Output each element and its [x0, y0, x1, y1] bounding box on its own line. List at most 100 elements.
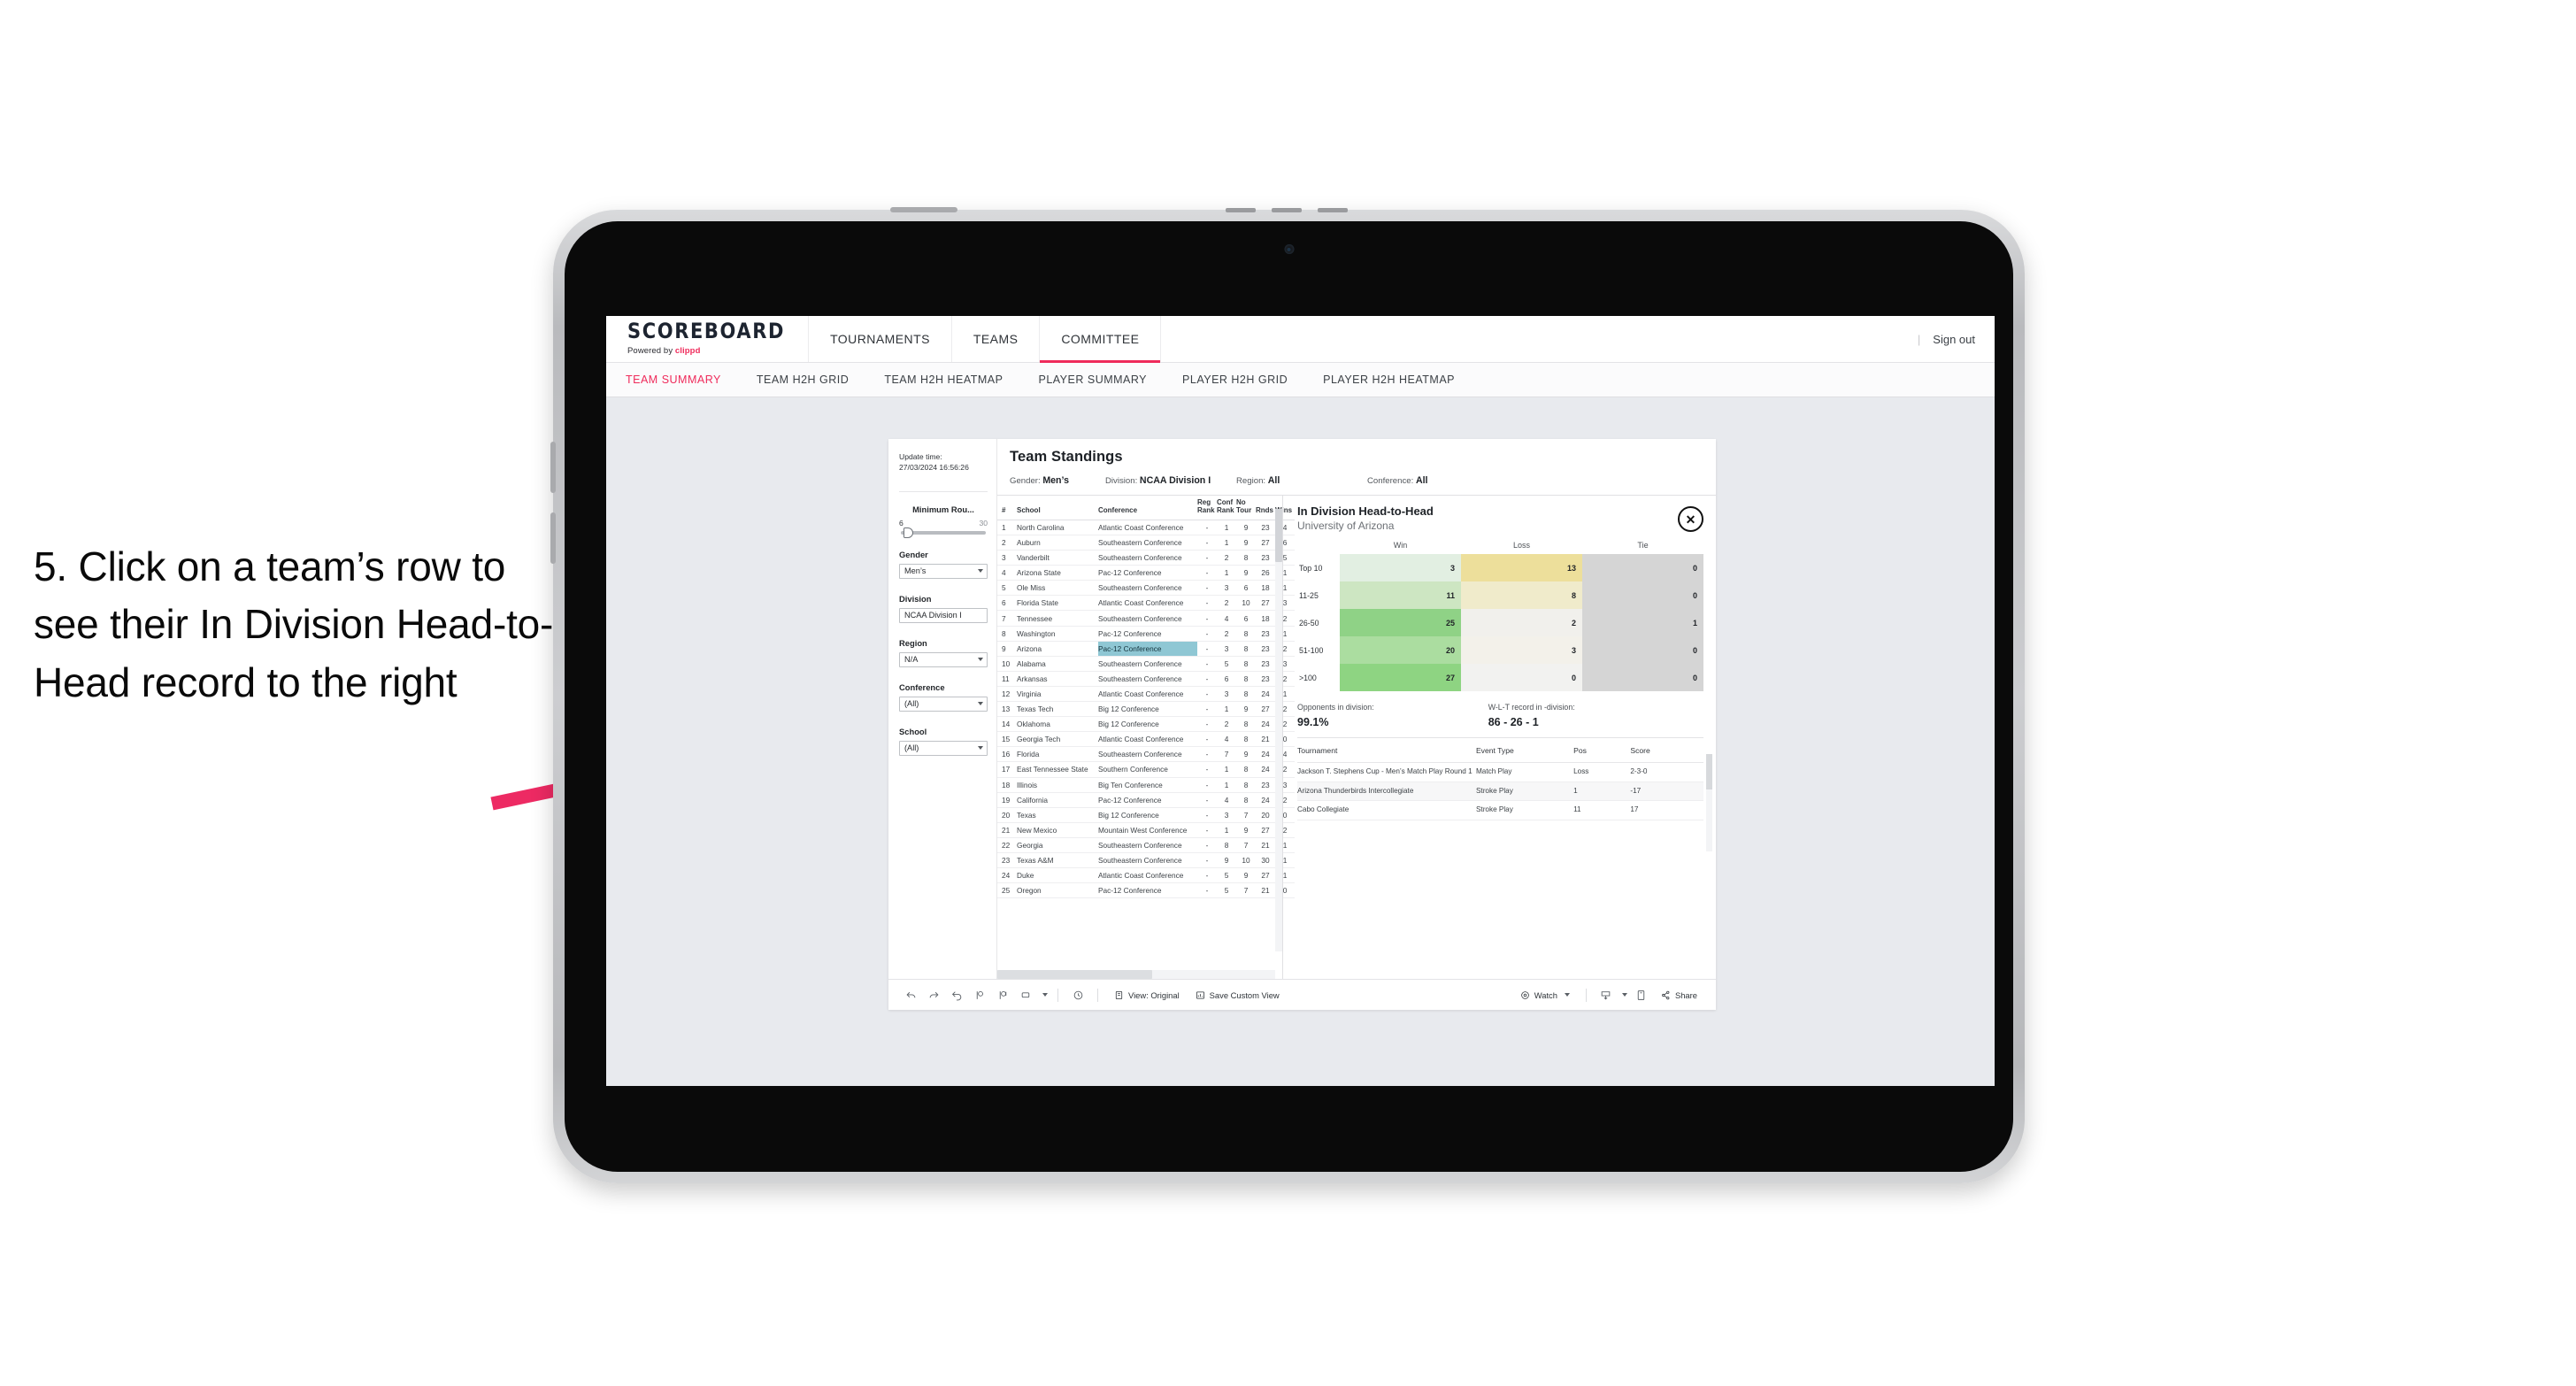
matrix-cell-loss[interactable]: 8	[1461, 581, 1582, 609]
table-row[interactable]: 20 Texas Big 12 Conference -3 7 20 0	[997, 807, 1295, 823]
table-row[interactable]: 19 California Pac-12 Conference -4 8 24 2	[997, 792, 1295, 808]
col-conf-rank[interactable]: Conf Rank	[1217, 496, 1236, 520]
tab-team-h2h-heatmap[interactable]: TEAM H2H HEATMAP	[884, 373, 1022, 386]
slider-handle[interactable]	[903, 527, 913, 538]
matrix-cell-loss[interactable]: 0	[1461, 664, 1582, 691]
col-conference[interactable]: Conference	[1098, 496, 1197, 520]
redo-icon[interactable]	[922, 983, 945, 1006]
table-row[interactable]: 14 Oklahoma Big 12 Conference -2 8 24 2	[997, 716, 1295, 733]
matrix-cell-loss[interactable]: 3	[1461, 636, 1582, 664]
chevron-down-icon[interactable]	[1037, 983, 1050, 1006]
table-horizontal-scrollbar[interactable]	[997, 970, 1275, 979]
matrix-cell-win[interactable]: 27	[1340, 664, 1461, 691]
tab-player-h2h-heatmap[interactable]: PLAYER H2H HEATMAP	[1323, 373, 1474, 386]
clock-icon[interactable]	[1066, 983, 1089, 1006]
close-icon[interactable]: ✕	[1678, 506, 1703, 532]
conference-select[interactable]: (All)	[899, 696, 988, 712]
table-row[interactable]: 3 Vanderbilt Southeastern Conference -2 8 23 5	[997, 550, 1295, 566]
nav-committee[interactable]: COMMITTEE	[1040, 316, 1162, 363]
matrix-cell-win[interactable]: 20	[1340, 636, 1461, 664]
tournament-row[interactable]: Arizona Thunderbirds Intercollegiate Stro…	[1297, 782, 1703, 801]
revert-icon[interactable]	[945, 983, 968, 1006]
scrollbar-thumb[interactable]	[1706, 754, 1712, 789]
h2h-vertical-scrollbar[interactable]	[1706, 754, 1712, 851]
table-row[interactable]: 9 Arizona Pac-12 Conference -3 8 23 2	[997, 641, 1295, 657]
fullscreen-icon[interactable]	[1630, 983, 1653, 1006]
table-row[interactable]: 16 Florida Southeastern Conference -7 9 24 4	[997, 746, 1295, 763]
division-select[interactable]: NCAA Division I	[899, 607, 988, 623]
table-row[interactable]: 2 Auburn Southeastern Conference -1 9 27 6	[997, 535, 1295, 551]
matrix-cell-win[interactable]: 11	[1340, 581, 1461, 609]
table-row[interactable]: 15 Georgia Tech Atlantic Coast Conference -…	[997, 731, 1295, 748]
matrix-cell-loss[interactable]: 2	[1461, 609, 1582, 636]
minimum-rounds-slider[interactable]	[901, 527, 986, 538]
nav-teams[interactable]: TEAMS	[952, 316, 1041, 362]
matrix-cell-win[interactable]: 3	[1340, 554, 1461, 581]
table-row[interactable]: 1 North Carolina Atlantic Coast Conference…	[997, 520, 1295, 536]
table-row[interactable]: 5 Ole Miss Southeastern Conference -3 6 18 1	[997, 580, 1295, 597]
table-row[interactable]: 18 Illinois Big Ten Conference -1 8 23 3	[997, 777, 1295, 793]
view-original-button[interactable]: View: Original	[1106, 990, 1188, 1000]
table-vertical-scrollbar[interactable]	[1275, 509, 1282, 951]
volume-down-button[interactable]	[550, 512, 556, 564]
download-icon[interactable]	[1595, 983, 1618, 1006]
matrix-cell-tie[interactable]: 1	[1582, 609, 1703, 636]
header-right: | Sign out	[1918, 316, 1995, 362]
tournament-row[interactable]: Jackson T. Stephens Cup - Men’s Match Pl…	[1297, 762, 1703, 782]
tournament-row[interactable]: Cabo Collegiate Stroke Play 11 17	[1297, 800, 1703, 820]
col-no-tour[interactable]: No Tour	[1236, 496, 1256, 520]
table-row[interactable]: 25 Oregon Pac-12 Conference -5 7 21 0	[997, 882, 1295, 899]
school-select[interactable]: (All)	[899, 740, 988, 756]
share-button[interactable]: Share	[1653, 990, 1705, 1000]
table-row[interactable]: 21 New Mexico Mountain West Conference -1 9 2…	[997, 822, 1295, 838]
table-row[interactable]: 22 Georgia Southeastern Conference -8 7 21 1	[997, 837, 1295, 853]
col-school[interactable]: School	[1017, 496, 1098, 520]
region-select[interactable]: N/A	[899, 651, 988, 667]
power-button[interactable]	[890, 207, 957, 212]
table-row[interactable]: 23 Texas A&M Southeastern Conference -9 10 30…	[997, 852, 1295, 869]
matrix-cell-tie[interactable]: 0	[1582, 636, 1703, 664]
table-row[interactable]: 7 Tennessee Southeastern Conference -4 6 18 2	[997, 610, 1295, 627]
table-row[interactable]: 6 Florida State Atlantic Coast Conference -…	[997, 595, 1295, 612]
table-row[interactable]: 13 Texas Tech Big 12 Conference -1 9 27 2	[997, 701, 1295, 718]
scrollbar-thumb[interactable]	[997, 970, 1152, 979]
standings-table-wrapper[interactable]: # School Conference Reg Rank Conf Rank N…	[997, 496, 1295, 979]
undo-icon[interactable]	[899, 983, 922, 1006]
cell-rank: 14	[997, 716, 1017, 733]
table-row[interactable]: 12 Virginia Atlantic Coast Conference -3 8 24…	[997, 686, 1295, 703]
tab-team-h2h-grid[interactable]: TEAM H2H GRID	[757, 373, 868, 386]
device-layout-icon[interactable]	[1014, 983, 1037, 1006]
matrix-cell-win[interactable]: 25	[1340, 609, 1461, 636]
nav-tournaments[interactable]: TOURNAMENTS	[809, 316, 952, 362]
tab-team-summary[interactable]: TEAM SUMMARY	[626, 373, 741, 386]
col-rank[interactable]: #	[997, 496, 1017, 520]
matrix-cell-tie[interactable]: 0	[1582, 554, 1703, 581]
matrix-cell-tie[interactable]: 0	[1582, 581, 1703, 609]
refresh-icon[interactable]	[968, 983, 991, 1006]
table-row[interactable]: 17 East Tennessee State Southern Conferenc…	[997, 761, 1295, 778]
cell-reg-rank: -	[1197, 837, 1217, 853]
cell-conf-rank: 2	[1217, 550, 1236, 566]
col-rnds[interactable]: Rnds	[1256, 496, 1275, 520]
tab-player-summary[interactable]: PLAYER SUMMARY	[1038, 373, 1166, 386]
table-row[interactable]: 10 Alabama Southeastern Conference -5 8 23 3	[997, 656, 1295, 672]
gender-select[interactable]: Men’s	[899, 563, 988, 579]
volume-up-button[interactable]	[550, 442, 556, 493]
col-reg-rank[interactable]: Reg Rank	[1197, 496, 1217, 520]
cell-no-tour: 8	[1236, 550, 1256, 566]
brand-logo[interactable]: SCOREBOARD Powered by clippd	[606, 316, 810, 362]
cell-rnds: 26	[1256, 565, 1275, 581]
save-custom-view-button[interactable]: Save Custom View	[1188, 990, 1288, 1000]
table-row[interactable]: 8 Washington Pac-12 Conference -2 8 23 1	[997, 626, 1295, 642]
watch-button[interactable]: Watch	[1512, 990, 1578, 1000]
matrix-cell-tie[interactable]: 0	[1582, 664, 1703, 691]
table-row[interactable]: 24 Duke Atlantic Coast Conference -5 9 27 1	[997, 867, 1295, 884]
matrix-cell-loss[interactable]: 13	[1461, 554, 1582, 581]
pause-icon[interactable]	[991, 983, 1014, 1006]
sign-out-button[interactable]: Sign out	[1933, 333, 1975, 346]
chevron-down-icon[interactable]	[1618, 983, 1630, 1006]
table-row[interactable]: 11 Arkansas Southeastern Conference -6 8 23 2	[997, 671, 1295, 687]
tab-player-h2h-grid[interactable]: PLAYER H2H GRID	[1182, 373, 1307, 386]
table-row[interactable]: 4 Arizona State Pac-12 Conference -1 9 26 1	[997, 565, 1295, 581]
scrollbar-thumb[interactable]	[1275, 509, 1282, 562]
